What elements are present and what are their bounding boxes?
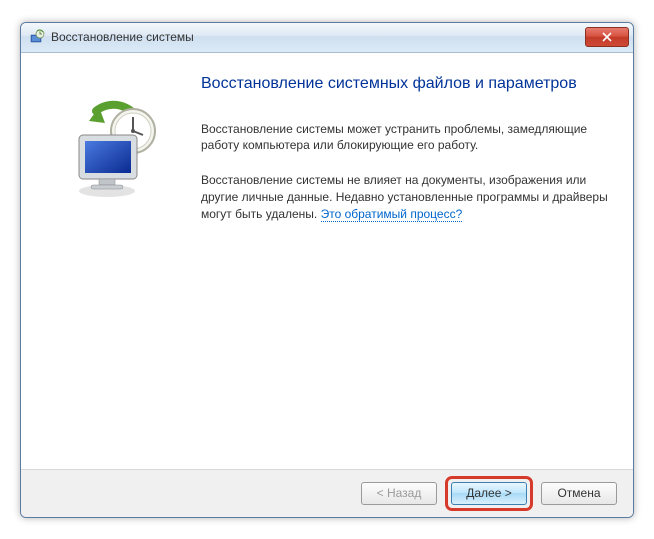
reversible-process-link[interactable]: Это обратимый процесс? — [321, 207, 463, 222]
titlebar: Восстановление системы — [21, 23, 633, 53]
text-column: Восстановление системных файлов и параме… — [191, 73, 613, 459]
description-paragraph-2: Восстановление системы не влияет на доку… — [201, 172, 613, 222]
next-button[interactable]: Далее > — [451, 482, 527, 505]
system-restore-graphic-icon — [61, 93, 171, 203]
graphic-column — [41, 73, 191, 459]
description-paragraph-1: Восстановление системы может устранить п… — [201, 121, 613, 155]
system-restore-icon — [29, 29, 45, 45]
wizard-button-row: < Назад Далее > Отмена — [21, 469, 633, 517]
close-icon — [602, 32, 612, 42]
cancel-button[interactable]: Отмена — [541, 482, 617, 505]
next-button-highlight: Далее > — [445, 476, 533, 511]
back-button: < Назад — [361, 482, 437, 505]
window-title: Восстановление системы — [51, 30, 585, 44]
system-restore-window: Восстановление системы — [20, 22, 634, 518]
content-area: Восстановление системных файлов и параме… — [21, 53, 633, 469]
page-heading: Восстановление системных файлов и параме… — [201, 75, 613, 93]
close-button[interactable] — [585, 27, 629, 47]
